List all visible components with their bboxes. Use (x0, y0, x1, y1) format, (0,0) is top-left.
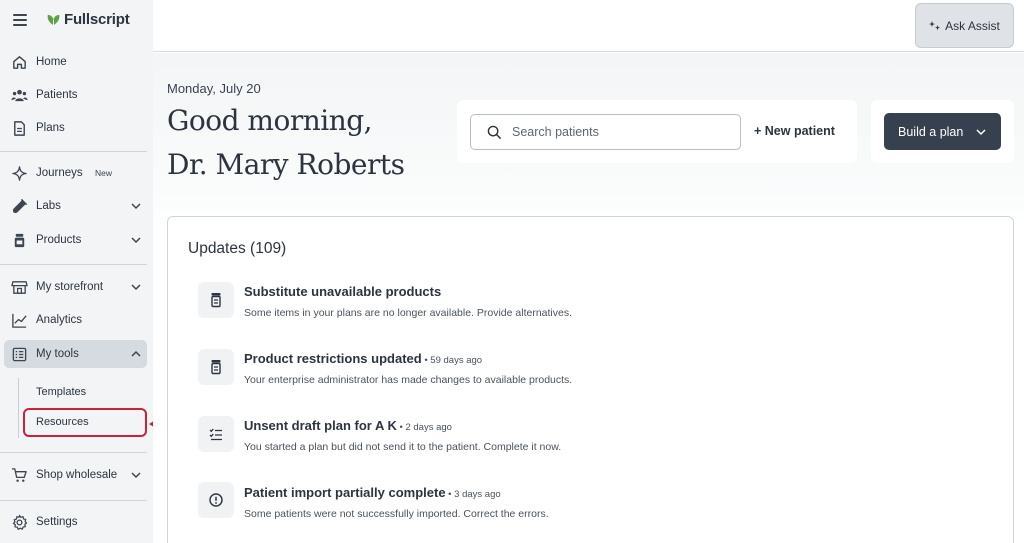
update-description: You started a plan but did not send it t… (244, 441, 562, 453)
sidebar-item-label: Settings (36, 516, 78, 528)
update-icon-tile (198, 482, 234, 518)
ask-assist-button[interactable]: Ask Assist (915, 3, 1014, 48)
home-icon (13, 55, 26, 69)
update-title-text: Unsent draft plan for A K (244, 418, 397, 433)
divider (0, 151, 147, 152)
sidebar-item-label: Journeys (36, 167, 83, 179)
sidebar-item-patients[interactable]: Patients (0, 81, 153, 109)
sidebar-item-label: Labs (36, 200, 61, 212)
ask-assist-label: Ask Assist (945, 18, 1000, 33)
sidebar-item-journeys[interactable]: Journeys New (0, 159, 153, 187)
bottle-icon (14, 233, 25, 247)
update-icon-tile (198, 282, 234, 318)
sidebar-item-products[interactable]: Products (0, 226, 153, 254)
update-title[interactable]: Unsent draft plan for A K • 2 days ago (244, 418, 452, 433)
update-meta: • 59 days ago (421, 355, 483, 366)
sidebar-item-my-storefront[interactable]: My storefront (0, 273, 153, 301)
new-patient-button[interactable]: + New patient (754, 124, 835, 138)
update-icon-tile (198, 416, 234, 452)
update-title[interactable]: Product restrictions updated • 59 days a… (244, 351, 482, 366)
logo[interactable]: Fullscript (46, 11, 130, 28)
update-description: Some items in your plans are no longer a… (244, 307, 573, 319)
update-title[interactable]: Patient import partially complete • 3 da… (244, 485, 501, 500)
updates-title: Updates (109) (188, 240, 287, 257)
chevron-down-icon[interactable] (130, 200, 142, 212)
build-plan-label: Build a plan (898, 124, 964, 139)
storefront-icon (11, 280, 28, 294)
alert-circle-icon (209, 493, 223, 507)
divider (0, 264, 147, 265)
top-bar (153, 0, 1024, 52)
chevron-down-icon[interactable] (130, 281, 142, 293)
update-description: Some patients were not successfully impo… (244, 508, 549, 520)
sidebar-item-settings[interactable]: Settings (0, 508, 153, 536)
tools-icon (12, 347, 27, 361)
test-tube-icon (12, 198, 28, 213)
chevron-down-icon[interactable] (130, 234, 142, 246)
submenu-guide-line (18, 378, 19, 438)
chart-line-icon (12, 313, 27, 328)
search-patients-input[interactable]: Search patients (470, 114, 741, 150)
build-plan-button[interactable]: Build a plan (884, 113, 1001, 150)
update-meta: • 2 days ago (396, 422, 452, 433)
search-placeholder: Search patients (512, 125, 599, 139)
checklist-icon (209, 428, 222, 441)
update-description: Your enterprise administrator has made c… (244, 374, 573, 386)
divider (0, 500, 147, 501)
sidebar-item-label: Patients (36, 89, 78, 101)
brand-header: Fullscript (0, 0, 153, 40)
sidebar-item-label: Home (36, 56, 67, 68)
sidebar-item-shop-wholesale[interactable]: Shop wholesale (0, 461, 153, 489)
sparkle-icon (12, 165, 27, 181)
cart-icon (11, 467, 27, 482)
sidebar: Fullscript Home Patients Plans Journeys … (0, 0, 153, 543)
new-badge: New (95, 168, 113, 178)
sidebar-item-home[interactable]: Home (0, 48, 153, 76)
update-title-text: Product restrictions updated (244, 351, 422, 366)
search-icon (487, 125, 502, 140)
sidebar-subitem-resources[interactable]: Resources (36, 416, 89, 428)
sidebar-item-label: Analytics (36, 314, 83, 326)
update-icon-tile (198, 349, 234, 385)
update-title-text: Patient import partially complete (244, 485, 446, 500)
divider (0, 452, 147, 453)
sidebar-item-label: Shop wholesale (36, 469, 118, 481)
sidebar-item-my-tools[interactable]: My tools (0, 340, 153, 368)
sidebar-item-analytics[interactable]: Analytics (0, 306, 153, 334)
sidebar-item-label: Products (36, 234, 82, 246)
update-title-text: Substitute unavailable products (244, 284, 442, 299)
chevron-down-icon (976, 129, 986, 136)
bottle-icon (211, 360, 221, 375)
current-date: Monday, July 20 (167, 81, 261, 96)
menu-icon[interactable] (13, 14, 27, 26)
update-title[interactable]: Substitute unavailable products (244, 284, 441, 299)
document-icon (14, 120, 25, 136)
sidebar-item-label: My tools (36, 348, 79, 360)
leaf-logo-icon (47, 14, 60, 26)
greeting-line-2: Dr. Mary Roberts (167, 148, 405, 181)
sidebar-item-plans[interactable]: Plans (0, 114, 153, 142)
chevron-down-icon[interactable] (130, 469, 142, 481)
patients-icon (11, 89, 28, 101)
chevron-up-icon[interactable] (130, 348, 142, 360)
sidebar-item-labs[interactable]: Labs (0, 192, 153, 220)
bottle-icon (211, 293, 221, 308)
sparkle-icon (929, 20, 941, 30)
sidebar-subitem-templates[interactable]: Templates (36, 386, 86, 398)
sidebar-item-label: Plans (36, 122, 65, 134)
gear-icon (12, 514, 28, 530)
greeting-line-1: Good morning, (167, 104, 373, 137)
brand-name: Fullscript (64, 11, 130, 28)
update-meta: • 3 days ago (445, 489, 501, 500)
sidebar-item-label: My storefront (36, 281, 104, 293)
